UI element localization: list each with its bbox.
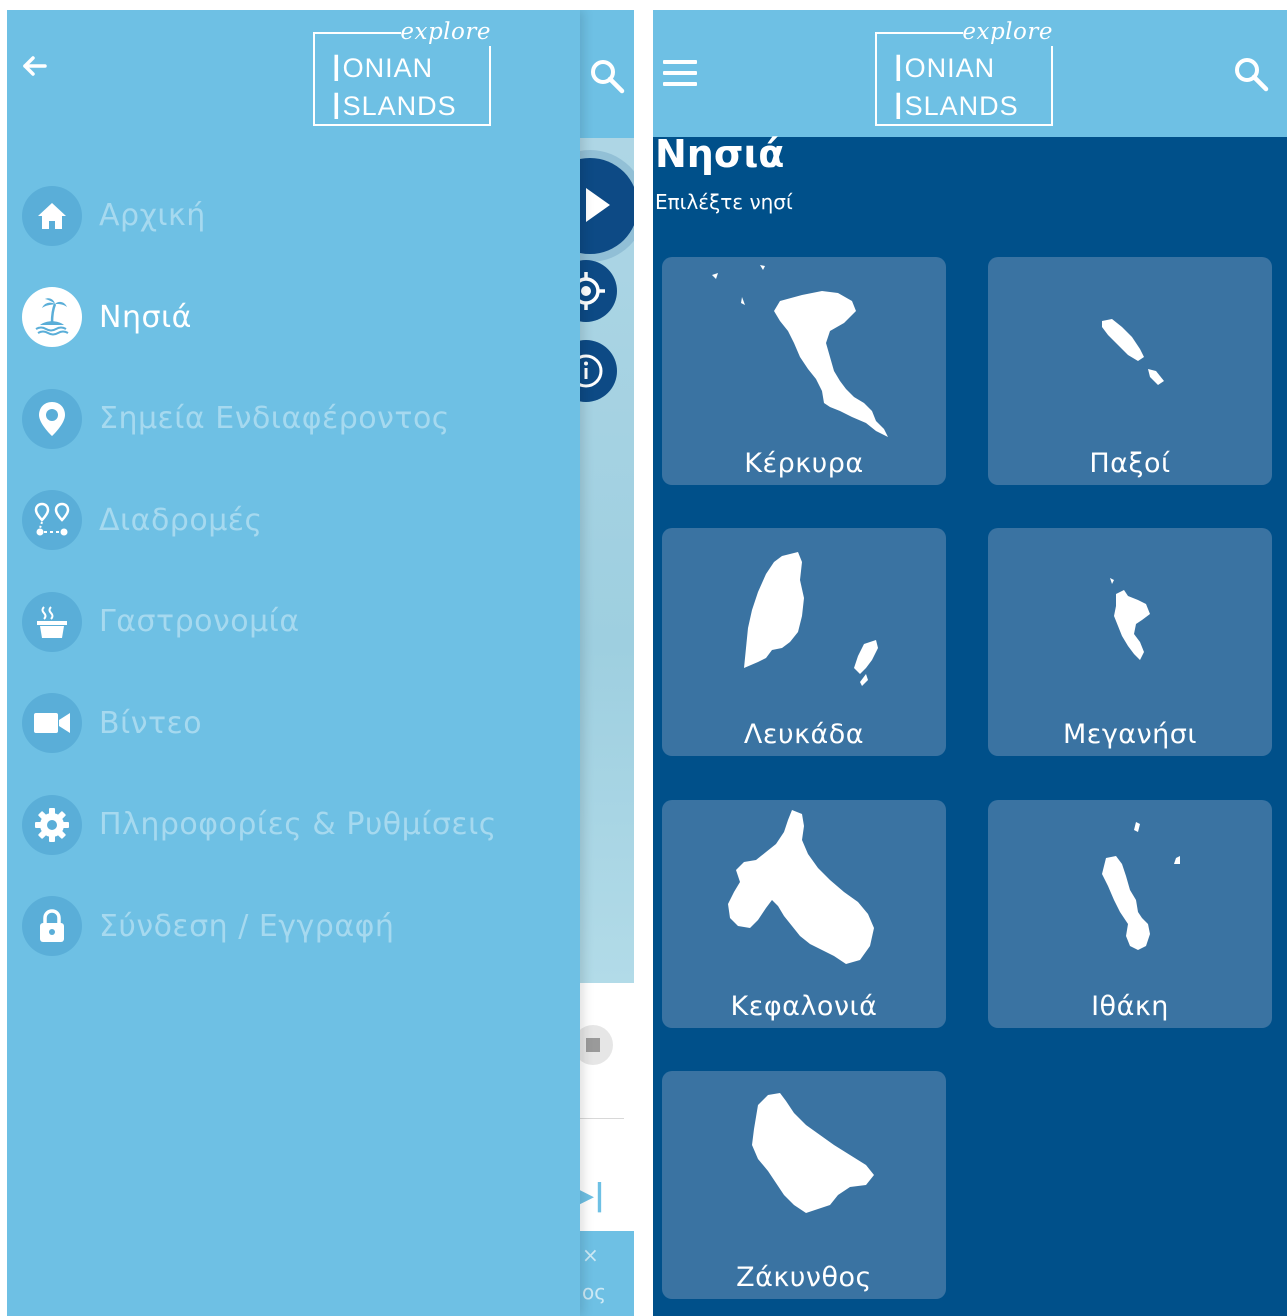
- island-card-lefkada[interactable]: Λευκάδα: [662, 528, 946, 756]
- logo-line-2: ISLANDS: [893, 86, 1019, 128]
- menu-item-islands[interactable]: Νησιά: [22, 267, 572, 369]
- divider: [580, 1118, 624, 1119]
- paxoi-map-icon: [1102, 319, 1164, 385]
- logo-line-2: ISLANDS: [331, 86, 457, 128]
- island-name: Κεφαλονιά: [730, 991, 878, 1022]
- page-title: Νησιά: [655, 132, 785, 176]
- route-icon: [22, 490, 82, 551]
- hamburger-menu-icon[interactable]: [663, 60, 697, 86]
- menu-label: Πληροφορίες & Ρυθμίσεις: [99, 807, 497, 843]
- corfu-map-icon: [712, 265, 888, 437]
- logo-line-1: IONIAN: [893, 48, 996, 90]
- lefkada-map-icon: [744, 552, 878, 686]
- screenshot: ▸| × ος explore IONIAN ISLANDS Αρχική Νη…: [0, 0, 1287, 1316]
- island-card-meganisi[interactable]: Μεγανήσι: [988, 528, 1272, 756]
- app-logo: explore IONIAN ISLANDS: [875, 14, 1053, 126]
- lock-icon: [22, 896, 82, 957]
- right-screen: explore IONIAN ISLANDS Νησιά Επιλέξτε νη…: [653, 10, 1287, 1316]
- navigation-drawer: explore IONIAN ISLANDS Αρχική Νησιά Σημε…: [7, 10, 580, 1316]
- home-icon: [22, 185, 82, 246]
- arrow-left-icon[interactable]: [21, 52, 49, 80]
- play-icon: [586, 188, 610, 222]
- menu-item-video[interactable]: Βίντεο: [22, 673, 572, 775]
- menu-item-points-of-interest[interactable]: Σημεία Ενδιαφέροντος: [22, 368, 572, 470]
- island-name: Λευκάδα: [743, 719, 865, 750]
- menu-item-home[interactable]: Αρχική: [22, 165, 572, 267]
- island-card-paxoi[interactable]: Παξοί: [988, 257, 1272, 485]
- island-icon: [22, 287, 82, 348]
- island-card-corfu[interactable]: Κέρκυρα: [662, 257, 946, 485]
- underlay-partial-text: ος: [582, 1280, 606, 1304]
- search-icon[interactable]: [589, 58, 625, 94]
- left-screen: ▸| × ος explore IONIAN ISLANDS Αρχική Νη…: [7, 10, 634, 1316]
- skip-next-icon[interactable]: ▸|: [579, 1178, 605, 1213]
- close-icon[interactable]: ×: [582, 1243, 599, 1267]
- kefalonia-map-icon: [728, 810, 874, 964]
- logo-line-1: IONIAN: [331, 48, 434, 90]
- logo-explore-text: explore: [400, 19, 491, 45]
- search-icon[interactable]: [1233, 56, 1269, 92]
- menu-item-gastronomy[interactable]: Γαστρονομία: [22, 571, 572, 673]
- menu-item-info-settings[interactable]: Πληροφορίες & Ρυθμίσεις: [22, 774, 572, 876]
- gear-icon: [22, 794, 82, 855]
- video-camera-icon: [22, 693, 82, 754]
- cooking-pot-icon: [22, 591, 82, 652]
- island-name: Κέρκυρα: [744, 448, 864, 479]
- menu-label: Γαστρονομία: [99, 604, 300, 640]
- island-name: Μεγανήσι: [1062, 719, 1198, 750]
- menu-label: Αρχική: [99, 198, 206, 234]
- menu-label: Σημεία Ενδιαφέροντος: [99, 401, 450, 437]
- page-subtitle: Επιλέξτε νησί: [655, 190, 793, 214]
- zakynthos-map-icon: [752, 1093, 874, 1213]
- menu-label: Νησιά: [99, 299, 192, 335]
- logo-explore-text: explore: [962, 19, 1053, 45]
- map-pin-icon: [22, 388, 82, 449]
- menu-item-login[interactable]: Σύνδεση / Εγγραφή: [22, 876, 572, 978]
- island-name: Ιθάκη: [1091, 991, 1169, 1022]
- island-card-ithaca[interactable]: Ιθάκη: [988, 800, 1272, 1028]
- app-logo: explore IONIAN ISLANDS: [313, 14, 491, 126]
- menu-item-routes[interactable]: Διαδρομές: [22, 470, 572, 572]
- meganisi-map-icon: [1110, 578, 1150, 660]
- island-card-kefalonia[interactable]: Κεφαλονιά: [662, 800, 946, 1028]
- menu-label: Σύνδεση / Εγγραφή: [99, 908, 395, 944]
- island-name: Ζάκυνθος: [736, 1262, 872, 1293]
- island-card-zakynthos[interactable]: Ζάκυνθος: [662, 1071, 946, 1299]
- app-header: explore IONIAN ISLANDS: [653, 10, 1287, 137]
- menu-label: Διαδρομές: [99, 502, 263, 538]
- island-name: Παξοί: [1089, 448, 1171, 479]
- ithaca-map-icon: [1102, 822, 1180, 950]
- drawer-menu: Αρχική Νησιά Σημεία Ενδιαφέροντος Διαδρο…: [22, 165, 572, 977]
- menu-label: Βίντεο: [99, 705, 203, 741]
